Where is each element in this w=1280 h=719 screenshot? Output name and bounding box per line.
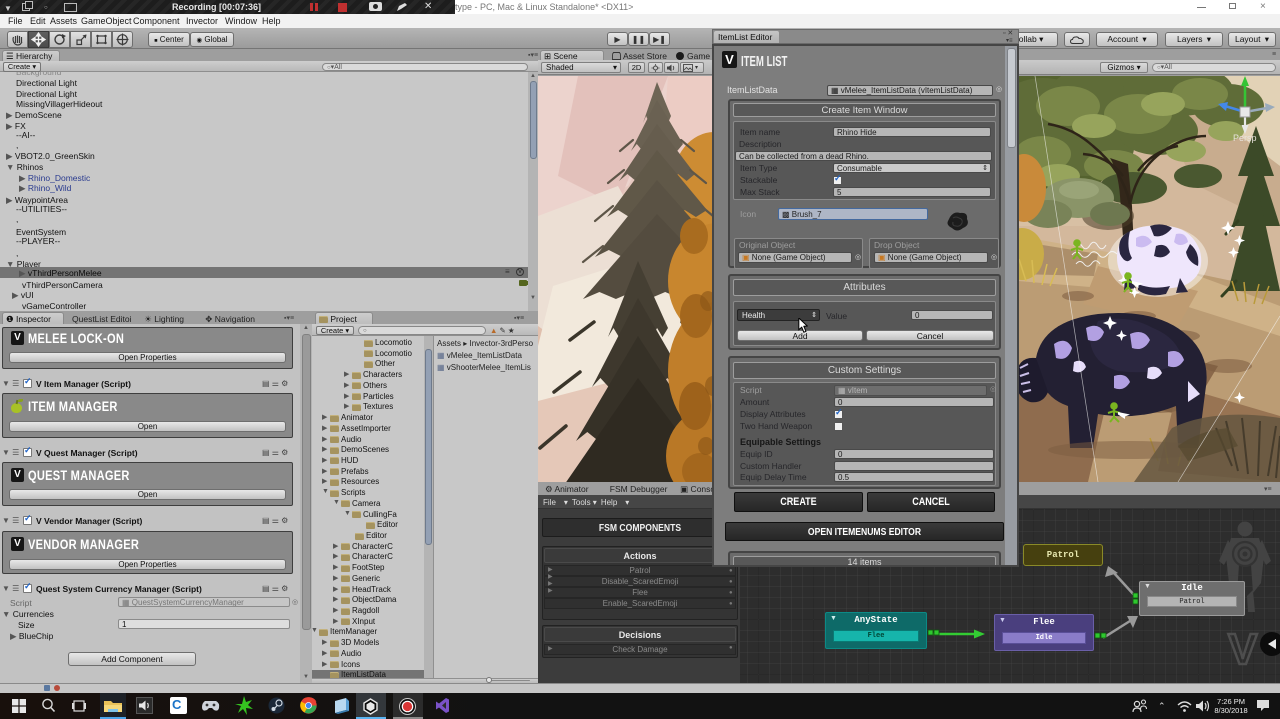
svg-text:Persp: Persp [1233, 133, 1257, 143]
